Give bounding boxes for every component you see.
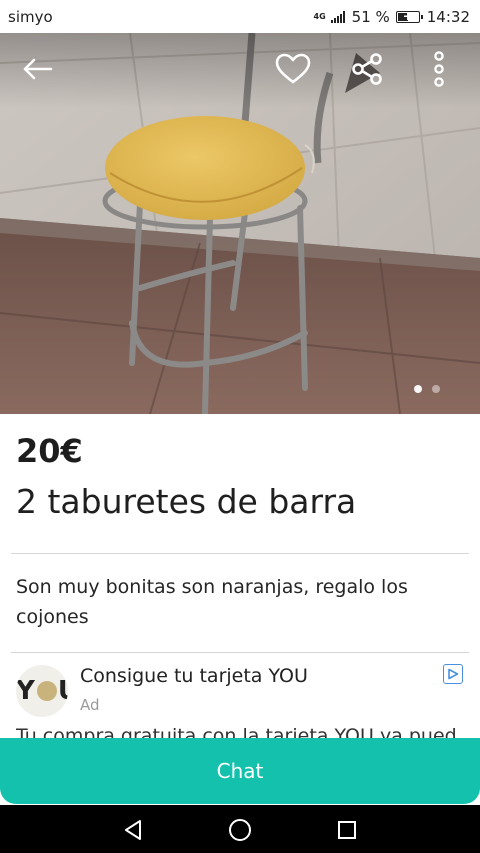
clock: 14:32 (426, 7, 470, 26)
circle-home-icon (229, 819, 251, 841)
arrow-left-icon (23, 58, 53, 80)
divider (11, 553, 469, 554)
more-vertical-icon (434, 51, 444, 87)
back-button[interactable] (17, 49, 57, 89)
network-type: 4G (313, 11, 326, 21)
nav-recents-button[interactable] (334, 817, 360, 843)
status-bar: simyo 4G 51 % + 14:32 (0, 0, 480, 33)
heart-icon (275, 53, 311, 84)
pagination-dot[interactable] (432, 385, 440, 393)
ad-logo-letter: Y (16, 676, 36, 706)
favorite-button[interactable] (273, 49, 313, 89)
ad-choices-icon[interactable] (443, 664, 463, 684)
share-icon (352, 53, 382, 85)
signal-icon (330, 10, 345, 23)
listing-title: 2 taburetes de barra (16, 482, 357, 521)
ad-logo[interactable]: Y U (16, 665, 68, 717)
photo-top-gradient (0, 33, 480, 108)
ad-label: Ad (80, 696, 100, 714)
listing-price: 20€ (16, 432, 83, 470)
status-icons: 4G 51 % + 14:32 (314, 8, 470, 26)
square-recents-icon (338, 821, 356, 839)
ad-title[interactable]: Consigue tu tarjeta YOU (80, 665, 308, 687)
chat-button[interactable]: Chat (0, 738, 480, 804)
nav-home-button[interactable] (227, 817, 253, 843)
ad-logo-letter: U (58, 676, 68, 706)
photo-pagination (414, 385, 440, 393)
triangle-back-icon (125, 820, 141, 840)
ad-logo-circle (36, 681, 57, 701)
pagination-dot-active[interactable] (414, 385, 422, 393)
battery-icon: + (395, 9, 423, 23)
battery-percent: 51 % (351, 7, 390, 26)
divider (11, 652, 469, 653)
listing-description: Son muy bonitas son naranjas, regalo los… (16, 576, 408, 628)
product-photo[interactable] (0, 33, 480, 414)
more-options-button[interactable] (419, 49, 459, 89)
carrier-name: simyo (8, 7, 53, 26)
system-nav-bar (0, 805, 480, 853)
share-button[interactable] (347, 49, 387, 89)
nav-back-button[interactable] (120, 817, 146, 843)
